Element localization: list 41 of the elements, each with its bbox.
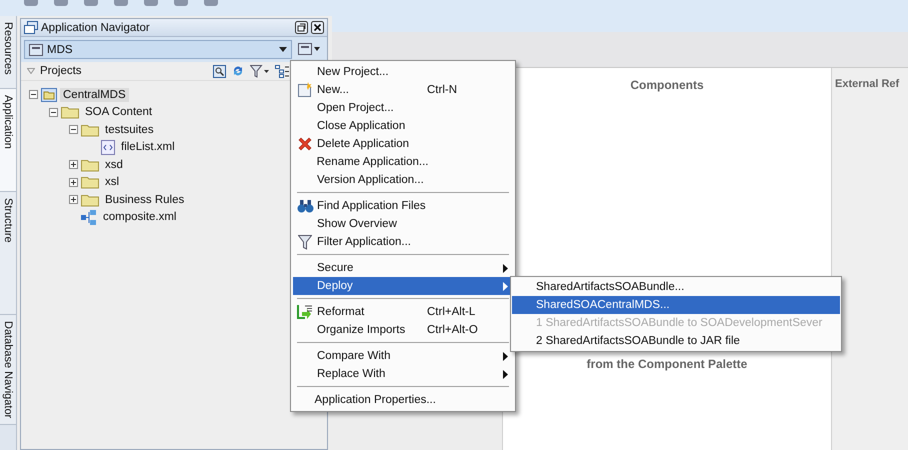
tree-item[interactable]: testsuites bbox=[102, 122, 157, 137]
menu-item[interactable]: Filter Application... bbox=[293, 233, 513, 251]
panel-title: Application Navigator bbox=[41, 22, 150, 34]
menu-item[interactable]: New Project... bbox=[293, 63, 513, 81]
shortcut-text: Ctrl+Alt-L bbox=[427, 306, 476, 318]
menu-item[interactable]: Application Properties... bbox=[293, 391, 513, 409]
menu-item[interactable]: Find Application Files bbox=[293, 197, 513, 215]
shortcut-text: Ctrl-N bbox=[427, 84, 458, 96]
menu-item[interactable]: Secure bbox=[293, 259, 513, 277]
tree-item[interactable]: SOA Content bbox=[82, 105, 156, 120]
side-tab[interactable]: Resources bbox=[0, 16, 16, 89]
menu-item[interactable]: Deploy bbox=[293, 277, 513, 295]
menu-item[interactable]: Reformat Ctrl+Alt-L bbox=[293, 303, 513, 321]
tree-item[interactable]: xsl bbox=[102, 175, 122, 190]
side-tab[interactable]: Application bbox=[0, 89, 16, 192]
section-header[interactable]: Projects bbox=[40, 65, 82, 77]
menu-item[interactable]: SharedSOACentralMDS... bbox=[512, 296, 840, 314]
menu-item[interactable]: Version Application... bbox=[293, 171, 513, 189]
tree-item[interactable]: xsd bbox=[102, 158, 126, 172]
application-dropdown[interactable]: MDS bbox=[24, 40, 292, 59]
side-tab[interactable]: Database Navigator bbox=[0, 315, 16, 426]
menu-item[interactable]: Delete Application bbox=[293, 135, 513, 153]
menu-item[interactable]: New... Ctrl-N bbox=[293, 81, 513, 99]
menu-item[interactable]: Replace With bbox=[293, 365, 513, 383]
shortcut-text: Ctrl+Alt-O bbox=[427, 324, 478, 336]
column-header: External Ref bbox=[834, 77, 900, 90]
tree-item[interactable]: CentralMDS bbox=[60, 88, 129, 102]
menu-item[interactable]: Open Project... bbox=[293, 99, 513, 117]
tree-item[interactable]: composite.xml bbox=[100, 210, 180, 224]
menu-item[interactable]: SharedArtifactsSOABundle... bbox=[512, 278, 840, 296]
menu-item[interactable]: Show Overview bbox=[293, 215, 513, 233]
column-header: Components bbox=[629, 77, 705, 92]
menu-item[interactable]: Compare With bbox=[293, 347, 513, 365]
menu-item[interactable]: Organize Imports Ctrl+Alt-O bbox=[293, 321, 513, 339]
side-tab[interactable]: Structure bbox=[0, 192, 16, 315]
tree-item[interactable]: Business Rules bbox=[102, 192, 188, 207]
hint-text: from the Component Palette bbox=[586, 357, 748, 371]
menu-item[interactable]: Close Application bbox=[293, 117, 513, 135]
menu-item[interactable]: Rename Application... bbox=[293, 153, 513, 171]
menu-item[interactable]: 2 SharedArtifactsSOABundle to JAR file bbox=[512, 332, 840, 350]
tree-item[interactable]: fileList.xml bbox=[118, 140, 178, 154]
